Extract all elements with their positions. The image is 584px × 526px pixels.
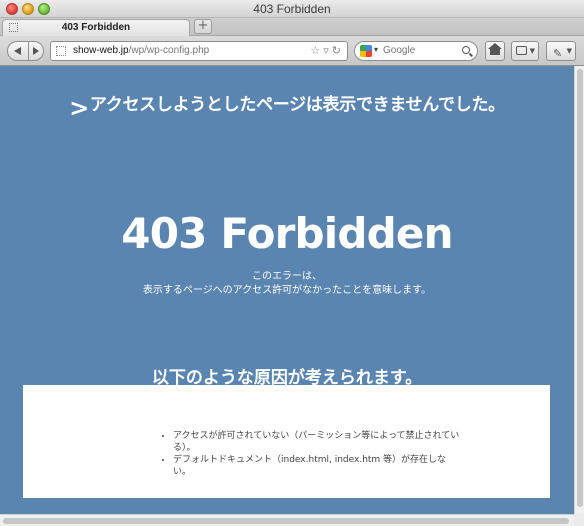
- navigation-toolbar: show-web.jp/wp/wp-config.php ☆ ▿ ↻ ▾ Googl…: [0, 36, 584, 66]
- google-icon[interactable]: [360, 45, 372, 57]
- engine-dropdown-icon[interactable]: ▾: [374, 45, 378, 54]
- dropdown-icon[interactable]: ▿: [323, 45, 329, 57]
- url-host: show-web.jp: [73, 45, 129, 56]
- causes-panel: アクセスが許可されていない（パーミッション等によって禁止されている）。 デフォル…: [23, 385, 550, 498]
- bookmarks-button[interactable]: ▼: [511, 41, 539, 61]
- url-path: /wp/wp-config.php: [128, 45, 210, 56]
- tools-button[interactable]: ✎ ▼: [546, 41, 576, 61]
- causes-list: アクセスが許可されていない（パーミッション等によって禁止されている）。 デフォル…: [158, 430, 463, 478]
- window-title: 403 Forbidden: [253, 2, 331, 16]
- description-line: このエラーは、: [252, 271, 322, 282]
- page-heading: >アクセスしようとしたページは表示できませんでした。: [0, 90, 574, 122]
- error-title: 403 Forbidden: [121, 209, 453, 258]
- forward-arrow-icon: [33, 47, 39, 55]
- chevron-down-icon: ▼: [566, 47, 572, 55]
- page-heading-text: アクセスしようとしたページは表示できませんでした。: [89, 95, 505, 115]
- star-icon[interactable]: ☆: [310, 45, 320, 57]
- error-description: このエラーは、 表示するページへのアクセス許可がなかったことを意味します。: [0, 270, 574, 298]
- wrench-icon: ✎: [553, 47, 563, 60]
- back-button[interactable]: [7, 41, 29, 61]
- chevron-down-icon: ▼: [529, 47, 535, 55]
- forward-button[interactable]: [28, 41, 44, 61]
- search-input[interactable]: Google: [383, 45, 415, 56]
- search-icon[interactable]: [462, 46, 470, 54]
- list-item: デフォルトドキュメント（index.html, index.htm 等）が存在し…: [173, 454, 463, 478]
- url-text: show-web.jp/wp/wp-config.php: [73, 45, 209, 56]
- description-line: 表示するページへのアクセス許可がなかったことを意味します。: [142, 285, 432, 296]
- bookmarks-icon: [516, 46, 527, 55]
- tab-label: 403 Forbidden: [61, 22, 131, 33]
- page-content: >アクセスしようとしたページは表示できませんでした。 403 Forbidden…: [0, 66, 574, 514]
- address-bar[interactable]: show-web.jp/wp/wp-config.php ☆ ▿ ↻: [50, 41, 348, 61]
- url-tools: ☆ ▿ ↻: [307, 44, 341, 57]
- home-icon: [488, 43, 502, 55]
- tab-active[interactable]: 403 Forbidden: [2, 19, 190, 36]
- tab-bar: 403 Forbidden +: [0, 18, 584, 36]
- vertical-scrollbar[interactable]: [574, 66, 584, 514]
- vertical-scroll-thumb[interactable]: [577, 69, 583, 507]
- horizontal-scrollbar[interactable]: [0, 514, 574, 526]
- horizontal-scroll-thumb[interactable]: [3, 518, 569, 524]
- new-tab-button[interactable]: +: [194, 19, 212, 34]
- scroll-corner: [574, 514, 584, 526]
- site-icon: [56, 46, 66, 56]
- back-arrow-icon: [14, 47, 21, 55]
- home-button[interactable]: [485, 41, 505, 61]
- arrow-icon: >: [69, 94, 89, 122]
- search-bar[interactable]: ▾ Google: [354, 41, 478, 61]
- window-titlebar: 403 Forbidden: [0, 0, 584, 18]
- reload-icon[interactable]: ↻: [332, 45, 341, 57]
- list-item: アクセスが許可されていない（パーミッション等によって禁止されている）。: [173, 430, 463, 454]
